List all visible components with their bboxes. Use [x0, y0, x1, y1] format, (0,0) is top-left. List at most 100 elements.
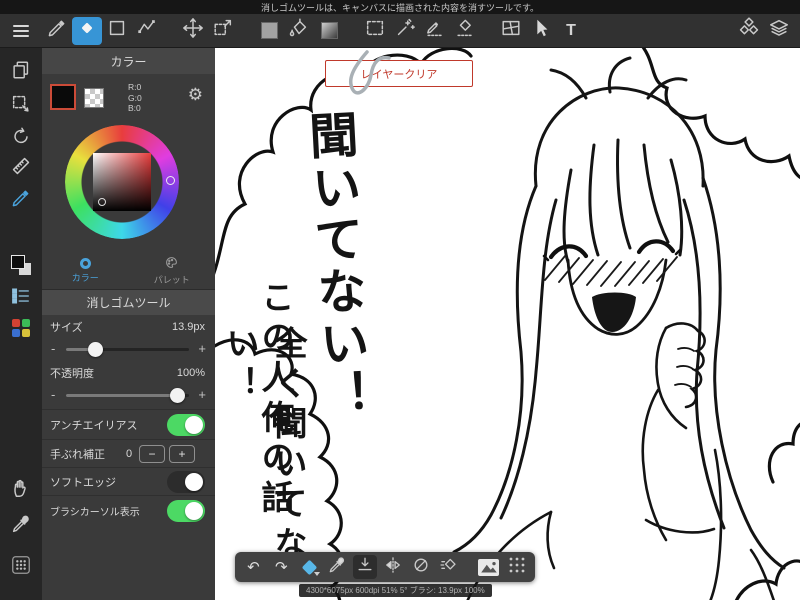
brush-tool-button[interactable] [42, 17, 72, 45]
panel-divide-tool-button[interactable] [496, 17, 526, 45]
opacity-slider-track[interactable] [66, 388, 189, 403]
blush-hatching [544, 255, 678, 287]
hand-tool-button[interactable] [0, 476, 42, 504]
menu-button[interactable] [0, 14, 42, 48]
palette-panel-button[interactable] [0, 314, 42, 342]
select-eraser-tool-button[interactable] [450, 17, 480, 45]
shortcut-grid-button[interactable] [0, 553, 42, 581]
transparent-color-swatch[interactable] [84, 88, 104, 108]
drag-handle-button[interactable] [504, 555, 529, 579]
tab-palette[interactable]: パレット [129, 252, 216, 289]
material-panel-button[interactable] [734, 17, 764, 45]
text-tool-button[interactable]: T [556, 17, 586, 45]
current-tool-button[interactable] [297, 555, 322, 579]
save-button[interactable] [352, 555, 378, 579]
softedge-toggle[interactable] [167, 470, 205, 493]
layer-list-button[interactable] [0, 284, 42, 312]
draw-color-swatch[interactable] [254, 17, 284, 45]
select-pen-icon [424, 17, 446, 44]
eyedropper-quick-button[interactable] [325, 555, 350, 579]
color-tab-label: カラー [71, 272, 99, 283]
no-rotate-icon [411, 555, 431, 579]
hand-icon [10, 477, 32, 504]
layers-panel-button[interactable] [764, 17, 794, 45]
rgb-b: B:0 [128, 103, 141, 113]
correction-plus-button[interactable]: + [169, 445, 195, 463]
polyline-tool-button[interactable] [132, 17, 162, 45]
square-icon [106, 17, 128, 44]
eyedropper-icon [10, 513, 32, 540]
current-color-swatch[interactable] [50, 84, 76, 110]
ruler-icon [10, 155, 32, 182]
size-slider-thumb[interactable] [88, 342, 103, 357]
reference-image-button[interactable] [476, 555, 501, 579]
opacity-slider-thumb[interactable] [170, 388, 185, 403]
fg-bg-color-icon [11, 255, 31, 275]
bucket-icon [288, 17, 310, 44]
undo-button[interactable]: ↶ [241, 555, 266, 579]
dots-grid-icon [10, 554, 32, 581]
move-icon [182, 17, 204, 44]
brushcursor-label: ブラシカーソル表示 [50, 507, 140, 518]
opacity-slider-minus[interactable]: - [51, 387, 55, 402]
eraser-tool-title: 消しゴムツール [42, 290, 215, 315]
transform-tool-button[interactable] [208, 17, 238, 45]
size-slider-minus[interactable]: - [51, 341, 55, 356]
size-slider-plus[interactable]: + [198, 341, 206, 356]
quick-toolbar: ↶ ↷ [235, 552, 535, 582]
flip-horizontal-button[interactable] [380, 555, 405, 579]
opacity-row: 不透明度 100% [42, 361, 215, 385]
size-row: サイズ 13.9px [42, 315, 215, 339]
magic-wand-tool-button[interactable] [390, 17, 420, 45]
brush-icon [46, 17, 68, 44]
cursor-tool-button[interactable] [526, 17, 556, 45]
palette-icon [12, 319, 30, 337]
magic-wand-icon [394, 17, 416, 44]
select-rect-icon [364, 17, 386, 44]
color-panel-title: カラー [42, 48, 215, 74]
eraser-stroke-mark [348, 50, 391, 95]
color-settings-gear-icon[interactable]: ⚙ [188, 86, 203, 103]
gradient-swatch-icon [320, 22, 338, 39]
sv-marker[interactable] [98, 198, 106, 206]
eraser-tool-button[interactable] [72, 16, 102, 45]
size-slider-track[interactable] [66, 342, 189, 357]
tab-color[interactable]: カラー [42, 252, 129, 289]
rotate-canvas-button[interactable] [0, 124, 42, 152]
antialias-label: アンチエイリアス [50, 419, 138, 432]
size-value: 13.9px [171, 321, 205, 333]
antialias-toggle[interactable] [167, 413, 205, 436]
correction-minus-button[interactable]: − [139, 445, 165, 463]
notification-bar: 消しゴムツールは、キャンバスに描画された内容を消すツールです。 [0, 0, 800, 14]
save-icon [355, 555, 375, 579]
opacity-slider-plus[interactable]: + [198, 387, 206, 402]
fg-bg-color-button[interactable] [0, 251, 42, 279]
move-tool-button[interactable] [178, 17, 208, 45]
gradient-tool-button[interactable] [314, 17, 344, 45]
canvas-status-bar: 4300*6075px 600dpi 51% 5° ブラシ: 13.9px 10… [299, 584, 492, 597]
ruler-button[interactable] [0, 154, 42, 182]
brushcursor-toggle[interactable] [167, 499, 205, 522]
image-icon [478, 558, 500, 576]
hue-marker[interactable] [166, 176, 175, 185]
rgb-r: R:0 [128, 82, 142, 92]
redo-button[interactable]: ↷ [269, 555, 294, 579]
opacity-value: 100% [176, 367, 205, 379]
clear-layer-button[interactable] [436, 555, 461, 579]
drawing-canvas[interactable]: レイヤークリア 聞いてない！ この人俺の話 全く聞いてない！ [215, 48, 800, 600]
bucket-tool-button[interactable] [284, 17, 314, 45]
shape-brush-tool-button[interactable] [102, 17, 132, 45]
eyedropper-tool-button[interactable] [0, 512, 42, 540]
select-pen-tool-button[interactable] [420, 17, 450, 45]
select-area-button[interactable] [0, 92, 42, 120]
palette-tab-icon [165, 256, 178, 271]
transform-icon [212, 17, 234, 44]
select-rect-tool-button[interactable] [360, 17, 390, 45]
pages-button[interactable] [0, 58, 42, 86]
color-swatch-icon [260, 22, 278, 39]
reset-rotation-button[interactable] [408, 555, 433, 579]
brush-blue-icon [10, 187, 32, 214]
flip-icon [383, 555, 403, 579]
brush-panel-button[interactable] [0, 186, 42, 214]
left-sidebar [0, 48, 42, 600]
